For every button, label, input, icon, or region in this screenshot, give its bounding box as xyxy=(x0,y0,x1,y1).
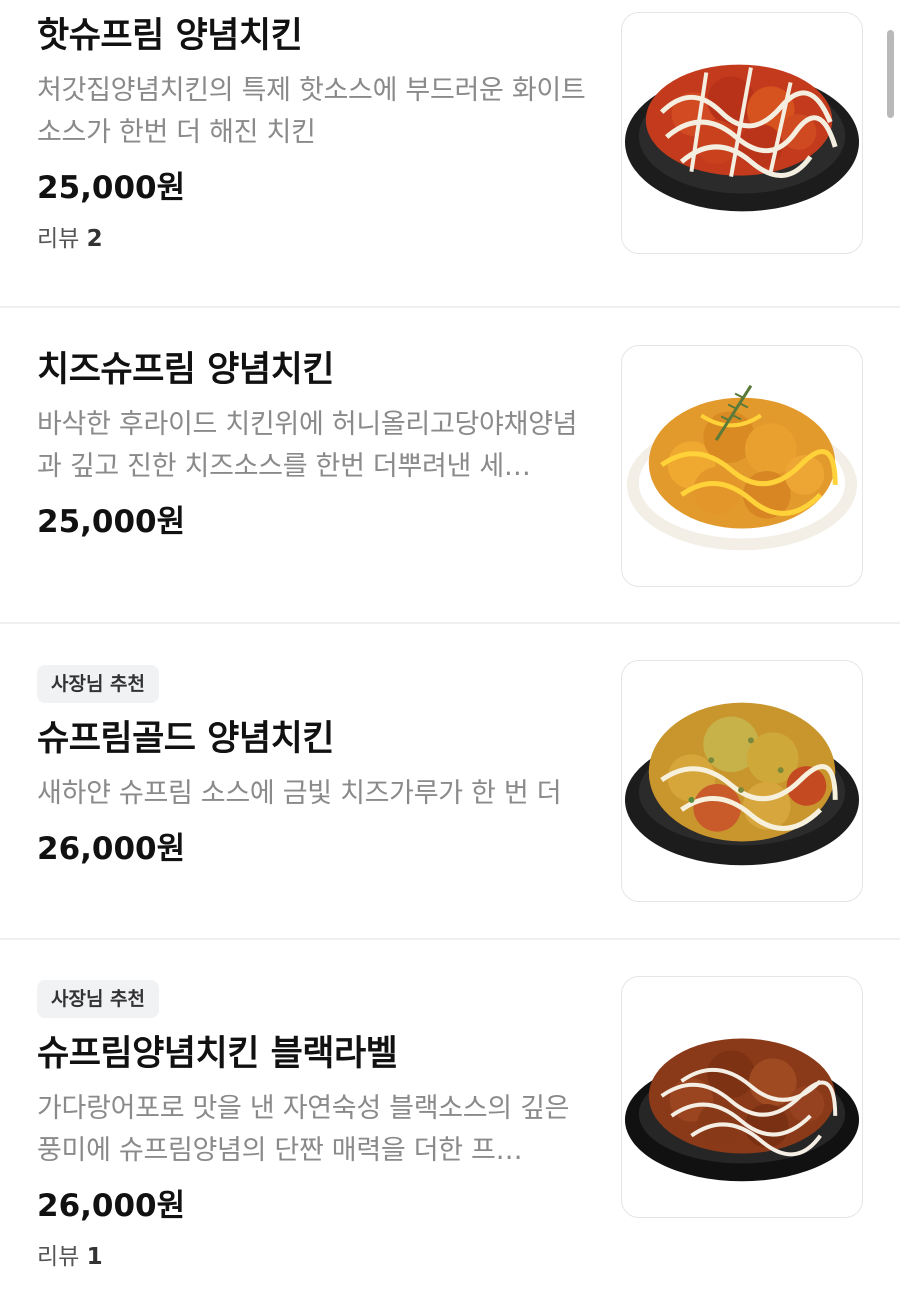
menu-item-price: 25,000원 xyxy=(37,504,186,540)
recommended-badge: 사장님 추천 xyxy=(37,665,160,703)
menu-item-name: 슈프림골드 양념치킨 xyxy=(37,719,335,759)
menu-item-hot-supreme[interactable]: 핫슈프림 양념치킨 처갓집양념치킨의 특제 핫소스에 부드러운 화이트소스가 한… xyxy=(0,0,900,308)
recommended-badge: 사장님 추천 xyxy=(37,980,160,1018)
menu-item-image[interactable] xyxy=(621,345,863,587)
chicken-dish-illustration xyxy=(624,702,860,866)
review-count: 2 xyxy=(86,226,103,252)
menu-item-cheese-supreme[interactable]: 치즈슈프림 양념치킨 바삭한 후라이드 치킨위에 허니올리고당야채양념과 깊고 … xyxy=(0,308,900,624)
menu-item-price: 26,000원 xyxy=(37,831,186,867)
menu-item-description: 새하얀 슈프림 소스에 금빛 치즈가루가 한 번 더 xyxy=(37,778,562,809)
chicken-dish-illustration xyxy=(624,64,860,212)
review-label: 리뷰 xyxy=(37,226,80,252)
menu-item-price: 25,000원 xyxy=(37,170,186,206)
review-count: 1 xyxy=(86,1244,103,1270)
scrollbar[interactable] xyxy=(887,30,894,118)
menu-item-info: 치즈슈프림 양념치킨 바삭한 후라이드 치킨위에 허니올리고당야채양념과 깊고 … xyxy=(37,348,597,542)
menu-item-name: 슈프림양념치킨 블랙라벨 xyxy=(37,1034,398,1074)
menu-item-info: 사장님 추천 슈프림골드 양념치킨 새하얀 슈프림 소스에 금빛 치즈가루가 한… xyxy=(37,665,597,869)
menu-item-info: 사장님 추천 슈프림양념치킨 블랙라벨 가다랑어포로 맛을 낸 자연숙성 블랙소… xyxy=(37,980,597,1272)
menu-item-name: 핫슈프림 양념치킨 xyxy=(37,16,303,56)
menu-item-supreme-black-label[interactable]: 사장님 추천 슈프림양념치킨 블랙라벨 가다랑어포로 맛을 낸 자연숙성 블랙소… xyxy=(0,940,900,1297)
menu-item-price: 26,000원 xyxy=(37,1188,186,1224)
menu-item-image[interactable] xyxy=(621,976,863,1218)
menu-item-info: 핫슈프림 양념치킨 처갓집양념치킨의 특제 핫소스에 부드러운 화이트소스가 한… xyxy=(37,14,597,254)
review-label: 리뷰 xyxy=(37,1244,80,1270)
menu-item-image[interactable] xyxy=(621,12,863,254)
menu-item-name: 치즈슈프림 양념치킨 xyxy=(37,350,335,390)
menu-item-review: 리뷰 1 xyxy=(37,1242,597,1272)
menu-item-image[interactable] xyxy=(621,660,863,902)
menu-item-review: 리뷰 2 xyxy=(37,224,597,254)
chicken-dish-illustration xyxy=(624,1038,860,1182)
menu-item-description: 가다랑어포로 맛을 낸 자연숙성 블랙소스의 깊은 풍미에 슈프림양념의 단짠 … xyxy=(37,1093,570,1166)
menu-item-description: 처갓집양념치킨의 특제 핫소스에 부드러운 화이트소스가 한번 더 해진 치킨 xyxy=(37,75,586,148)
menu-item-supreme-gold[interactable]: 사장님 추천 슈프림골드 양념치킨 새하얀 슈프림 소스에 금빛 치즈가루가 한… xyxy=(0,624,900,940)
menu-item-description: 바삭한 후라이드 치킨위에 허니올리고당야채양념과 깊고 진한 치즈소스를 한번… xyxy=(37,409,578,482)
chicken-dish-illustration xyxy=(626,384,858,551)
